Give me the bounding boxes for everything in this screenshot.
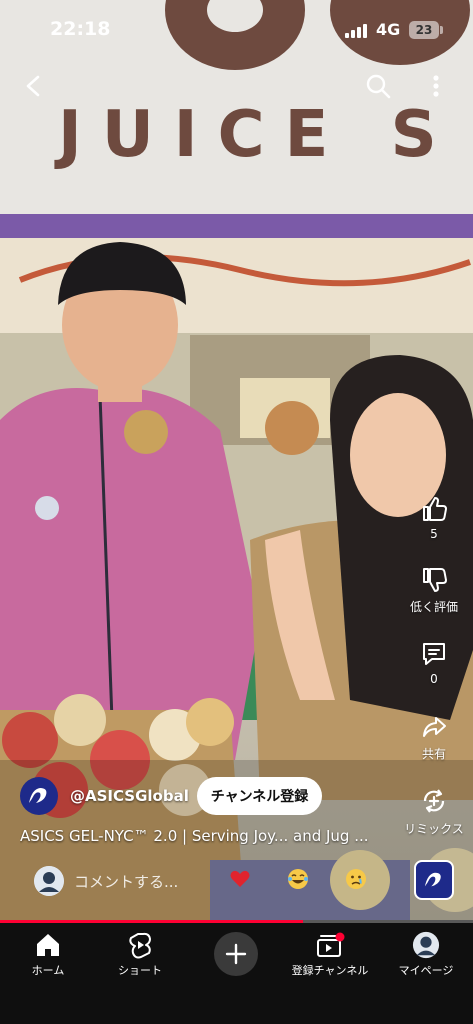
remix-button[interactable]: リミックス — [395, 786, 473, 837]
battery-icon: 23 — [409, 21, 439, 39]
nav-my-page[interactable]: マイページ — [380, 931, 472, 978]
shorts-icon — [129, 932, 151, 959]
search-icon — [366, 74, 391, 99]
thumbs-up-icon — [423, 497, 447, 521]
status-time: 22:18 — [50, 18, 111, 40]
nav-my-page-label: マイページ — [398, 964, 454, 977]
like-button[interactable]: 5 — [395, 495, 473, 541]
nav-home[interactable]: ホーム — [2, 931, 94, 978]
remix-icon — [423, 789, 445, 813]
user-avatar-small — [34, 866, 64, 896]
asics-logo-icon — [29, 788, 47, 803]
channel-avatar[interactable] — [20, 777, 58, 815]
dislike-label: 低く評価 — [409, 600, 458, 614]
status-bar: 22:18 4G 23 — [0, 0, 473, 60]
signal-icon — [345, 22, 371, 38]
comment-input[interactable]: コメントする... — [74, 871, 178, 892]
nav-subscriptions-label: 登録チャンネル — [291, 964, 369, 977]
comment-icon — [423, 643, 445, 665]
nav-shorts-label: ショート — [118, 964, 162, 977]
subscribe-button[interactable]: チャンネル登録 — [197, 777, 322, 815]
comments-button[interactable]: 0 — [395, 640, 473, 686]
channel-handle[interactable]: @ASICSGlobal — [70, 787, 189, 805]
battery-tip — [440, 26, 443, 34]
search-button[interactable] — [360, 68, 396, 104]
thumbs-down-icon — [423, 568, 447, 592]
avatar — [412, 931, 440, 959]
channel-thumbnail-button[interactable] — [414, 860, 454, 900]
subscriptions-icon — [317, 932, 345, 957]
like-count: 5 — [430, 527, 438, 541]
home-icon — [37, 934, 59, 956]
heart-emoji-icon[interactable] — [229, 868, 251, 890]
plus-icon — [225, 943, 247, 965]
nav-shorts[interactable]: ショート — [94, 931, 186, 978]
back-arrow-icon — [26, 75, 40, 97]
more-vert-icon — [433, 75, 439, 97]
share-icon — [423, 717, 446, 737]
laughing-emoji-icon[interactable] — [287, 868, 309, 890]
remix-label: リミックス — [404, 822, 464, 836]
back-button[interactable] — [16, 68, 52, 104]
sign-text: JUICE S — [58, 98, 457, 172]
more-options-button[interactable] — [418, 68, 454, 104]
dislike-button[interactable]: 低く評価 — [395, 566, 473, 615]
network-type: 4G — [376, 20, 401, 39]
asics-logo-small-icon — [424, 872, 441, 887]
bottom-navigation: ホーム ショート 登録チャンネル マイページ — [0, 923, 473, 1024]
comment-count: 0 — [430, 672, 438, 686]
create-button[interactable] — [214, 932, 258, 976]
nav-home-label: ホーム — [31, 964, 65, 977]
share-label: 共有 — [421, 747, 446, 761]
video-title[interactable]: ASICS GEL-NYC™ 2.0 | Serving Joy... and … — [20, 827, 400, 845]
nav-subscriptions[interactable]: 登録チャンネル — [284, 931, 376, 978]
user-avatar-image — [34, 866, 64, 896]
share-button[interactable]: 共有 — [395, 713, 473, 762]
crying-emoji-icon[interactable] — [345, 868, 367, 890]
